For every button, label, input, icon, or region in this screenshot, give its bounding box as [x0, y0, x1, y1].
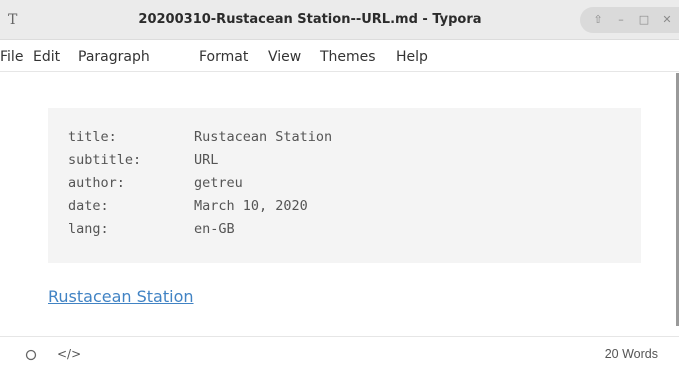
editor-area[interactable]: title: Rustacean Station subtitle: URL a… [0, 73, 679, 335]
menu-format[interactable]: Format [199, 40, 248, 72]
word-count[interactable]: 20 Words [605, 337, 658, 371]
front-matter-line: lang: en-GB [68, 218, 235, 240]
front-matter-line: subtitle: URL [68, 149, 218, 171]
front-matter-value: URL [194, 152, 219, 168]
front-matter-line: title: Rustacean Station [68, 126, 332, 148]
menu-help[interactable]: Help [396, 40, 428, 72]
circle-outline-icon[interactable] [25, 337, 37, 371]
yaml-front-matter[interactable]: title: Rustacean Station subtitle: URL a… [48, 108, 641, 263]
menu-file[interactable]: File [0, 40, 23, 72]
front-matter-key: lang: [68, 221, 109, 237]
front-matter-key: title: [68, 129, 117, 145]
front-matter-value: getreu [194, 175, 243, 191]
minimize-icon[interactable]: – [613, 12, 629, 28]
front-matter-key: author: [68, 175, 125, 191]
up-arrow-icon[interactable]: ⇧ [590, 12, 606, 28]
front-matter-line: author: getreu [68, 172, 243, 194]
menu-view[interactable]: View [268, 40, 301, 72]
front-matter-key: subtitle: [68, 152, 142, 168]
title-bar: T 20200310-Rustacean Station--URL.md - T… [0, 0, 679, 40]
menu-edit[interactable]: Edit [33, 40, 60, 72]
menu-paragraph[interactable]: Paragraph [78, 40, 150, 72]
window-controls: ⇧ – □ ✕ [580, 7, 679, 33]
code-icon[interactable]: </> [57, 337, 81, 371]
front-matter-line: date: March 10, 2020 [68, 195, 308, 217]
close-icon[interactable]: ✕ [659, 12, 675, 28]
front-matter-value: March 10, 2020 [194, 198, 308, 214]
menu-themes[interactable]: Themes [320, 40, 376, 72]
front-matter-value: en-GB [194, 221, 235, 237]
menu-bar: File Edit Paragraph Format View Themes H… [0, 40, 679, 72]
maximize-icon[interactable]: □ [636, 12, 652, 28]
front-matter-value: Rustacean Station [194, 129, 333, 145]
status-bar: </> 20 Words [0, 336, 679, 371]
rustacean-station-link[interactable]: Rustacean Station [48, 286, 194, 308]
front-matter-key: date: [68, 198, 109, 214]
window-title: 20200310-Rustacean Station--URL.md - Typ… [138, 12, 482, 27]
